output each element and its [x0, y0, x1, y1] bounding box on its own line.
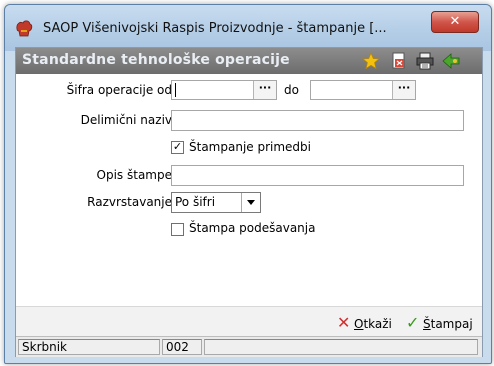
- exit-icon[interactable]: [442, 52, 460, 70]
- lookup-icon: ···: [258, 81, 272, 94]
- dialog-client: Standardne tehnološke operacije Šifra op…: [15, 47, 483, 357]
- sifra-to-lookup-button[interactable]: ···: [392, 81, 415, 99]
- chevron-down-icon[interactable]: [241, 193, 260, 212]
- print-mnemonic: Š: [423, 317, 431, 331]
- razvrstavanje-value: Po šifri: [175, 195, 216, 209]
- stampanje-primedbi-checkbox[interactable]: ✓: [171, 141, 184, 154]
- delimicni-label: Delimični naziv: [80, 113, 172, 127]
- form-area: Šifra operacije od ··· do ··· Delimični …: [16, 74, 482, 306]
- panel-header: Standardne tehnološke operacije: [16, 48, 482, 74]
- delimicni-naziv-input[interactable]: [171, 110, 464, 131]
- printer-icon[interactable]: [416, 52, 434, 70]
- status-extra: [204, 339, 478, 355]
- sifra-from-lookup-button[interactable]: ···: [253, 81, 276, 99]
- cancel-button[interactable]: ✕ Otkaži: [336, 307, 396, 337]
- window-close-button[interactable]: ✕: [431, 11, 479, 33]
- close-icon: ✕: [449, 14, 461, 29]
- title-bar[interactable]: SAOP Višenivojski Raspis Proizvodnje - š…: [5, 5, 491, 51]
- opis-label: Opis štampe: [96, 168, 172, 182]
- razvrstavanje-label: Razvrstavanje: [87, 195, 172, 209]
- status-code: 002: [162, 339, 202, 355]
- opis-stampe-input[interactable]: [171, 165, 464, 186]
- button-bar: ✕ Otkaži ✓ Štampaj: [16, 306, 482, 337]
- star-icon[interactable]: [362, 52, 380, 70]
- do-label: do: [284, 83, 299, 97]
- print-label: Štampaj: [423, 317, 473, 331]
- dialog-window: SAOP Višenivojski Raspis Proizvodnje - š…: [4, 4, 492, 364]
- text-caret: [175, 83, 176, 97]
- cancel-label-rest: tkaži: [363, 317, 392, 331]
- print-label-rest: tampaj: [430, 317, 473, 331]
- stampanje-primedbi-label[interactable]: Štampanje primedbi: [189, 140, 311, 154]
- app-icon: [16, 20, 33, 37]
- stampa-podesavanja-checkbox[interactable]: [171, 223, 184, 236]
- print-button[interactable]: ✓ Štampaj: [406, 307, 480, 337]
- sifra-from-field[interactable]: ···: [171, 80, 277, 100]
- checkmark-icon: ✓: [406, 313, 420, 332]
- razvrstavanje-select[interactable]: Po šifri: [171, 192, 261, 213]
- window-title: SAOP Višenivojski Raspis Proizvodnje - š…: [43, 21, 387, 36]
- check-icon: ✓: [172, 140, 183, 153]
- lookup-icon: ···: [397, 81, 411, 94]
- pdf-export-icon[interactable]: [390, 52, 408, 70]
- status-bar: Skrbnik 002: [16, 336, 482, 357]
- status-user: Skrbnik: [18, 339, 160, 355]
- panel-title: Standardne tehnološke operacije: [22, 52, 290, 68]
- cancel-label: Otkaži: [354, 317, 392, 331]
- cancel-x-icon: ✕: [337, 313, 351, 332]
- sifra-to-field[interactable]: ···: [310, 80, 416, 100]
- stampa-podesavanja-label[interactable]: Štampa podešavanja: [189, 221, 315, 235]
- sifra-label: Šifra operacije od: [66, 83, 172, 97]
